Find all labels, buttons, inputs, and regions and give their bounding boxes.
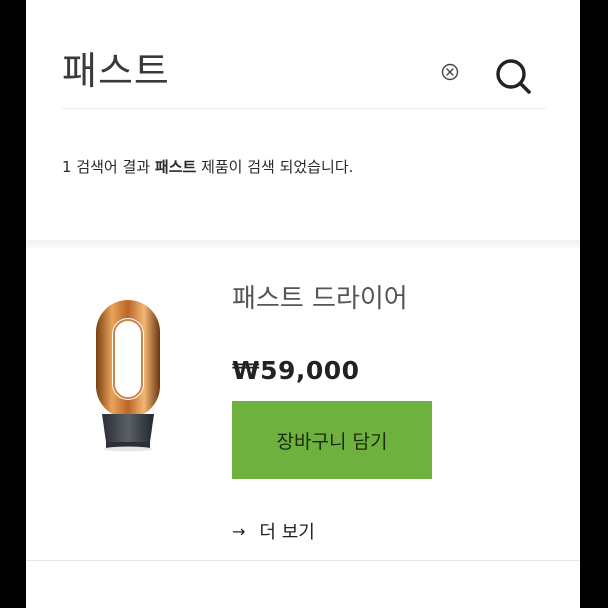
- view-more-label: 더 보기: [259, 522, 315, 543]
- search-results-screen: 패스트 1 검색어 결과 패스트 제품이 검색 되었습니다. 패스트 드라이어 …: [26, 0, 580, 608]
- bottom-divider: [26, 560, 580, 561]
- search-bar: 패스트: [26, 0, 580, 110]
- result-text-part1: 검색어 결과: [76, 158, 151, 176]
- add-to-cart-button[interactable]: 장바구니 담기: [232, 401, 432, 479]
- result-summary: 1 검색어 결과 패스트 제품이 검색 되었습니다.: [62, 156, 353, 177]
- product-card: 패스트 드라이어 ₩59,000 장바구니 담기 → 더 보기: [26, 248, 580, 558]
- search-query-text[interactable]: 패스트: [62, 40, 170, 95]
- view-more-link[interactable]: → 더 보기: [232, 518, 315, 544]
- search-icon: [496, 59, 531, 94]
- result-count: 1: [62, 158, 72, 176]
- arrow-right-icon: →: [232, 521, 246, 541]
- product-name[interactable]: 패스트 드라이어: [232, 278, 408, 315]
- close-circle-icon: [441, 63, 459, 81]
- result-text-part2: 제품이 검색 되었습니다.: [201, 158, 354, 176]
- product-image[interactable]: [88, 296, 168, 452]
- result-query-bold: 패스트: [154, 158, 197, 176]
- search-button[interactable]: [492, 54, 536, 98]
- search-divider: [62, 108, 546, 109]
- hair-dryer-image: [96, 300, 160, 452]
- section-divider: [26, 240, 580, 248]
- clear-search-button[interactable]: [440, 62, 460, 82]
- product-price: ₩59,000: [232, 356, 360, 385]
